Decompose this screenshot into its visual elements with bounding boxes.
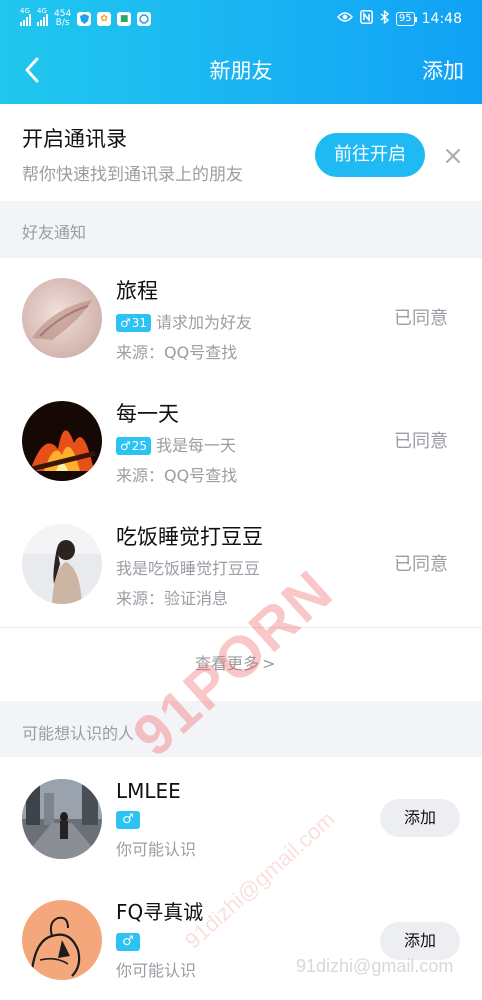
request-status: 已同意: [394, 431, 448, 452]
see-more-row: 查看更多 >: [0, 627, 482, 701]
nfc-icon: [359, 10, 373, 28]
clock: 14:48: [421, 11, 462, 27]
status-bar: 4G 4G 454 B/s ✿ ■ 95 14:48: [0, 0, 482, 38]
friend-name: 吃饭睡觉打豆豆: [116, 525, 263, 549]
request-message: 我是每一天: [156, 436, 237, 455]
enable-contacts-button[interactable]: 前往开启: [315, 133, 425, 177]
status-bar-left: 4G 4G 454 B/s ✿ ■: [20, 6, 152, 32]
request-source: 来源：验证消息: [116, 589, 229, 608]
signal-strength-icon: 4G: [37, 8, 48, 26]
age-value: 25: [131, 439, 148, 453]
signal-strength-icon: 4G: [20, 8, 31, 26]
avatar[interactable]: [22, 900, 102, 980]
signal-label: 4G: [20, 7, 30, 15]
chevron-right-icon: >: [262, 654, 276, 673]
app-header: 4G 4G 454 B/s ✿ ■ 95 14:48 新朋友 添加: [0, 0, 482, 104]
signal-label: 4G: [37, 7, 47, 15]
friend-request-item[interactable]: 旅程 ♂ 31 请求加为好友 来源：QQ号查找 已同意: [0, 258, 482, 381]
friend-request-message-row: ♂ 25 我是每一天: [116, 434, 236, 458]
see-more-label: 查看更多: [195, 654, 260, 673]
gender-age-badge: ♂ 25: [116, 437, 152, 455]
section-header-friend-notifications: 好友通知: [0, 201, 482, 258]
contacts-banner-subtitle: 帮你快速找到通讯录上的朋友: [22, 165, 243, 185]
age-value: 31: [131, 316, 148, 330]
avatar[interactable]: [22, 401, 102, 481]
eye-comfort-icon: [336, 11, 353, 27]
request-source: 来源：QQ号查找: [116, 466, 238, 485]
friend-request-message-row: ♂ 31 请求加为好友: [116, 311, 252, 335]
shield-app-icon: [77, 12, 92, 26]
male-icon: ♂: [120, 316, 131, 330]
avatar[interactable]: [22, 524, 102, 604]
section-header-people-you-may-know: 可能想认识的人: [0, 701, 482, 757]
qq-app-icon: [137, 12, 152, 26]
suggested-person-name: FQ寻真诚: [116, 900, 204, 924]
suggested-person-subtitle: 你可能认识: [116, 840, 197, 859]
page-title: 新朋友: [209, 59, 273, 83]
status-bar-right: 95 14:48: [336, 8, 462, 30]
friend-name: 每一天: [116, 402, 179, 426]
network-speed: 454 B/s: [54, 10, 71, 28]
add-friend-button[interactable]: 添加: [380, 922, 460, 960]
suggested-person-name: LMLEE: [116, 779, 181, 803]
add-friend-button[interactable]: 添加: [380, 799, 460, 837]
friend-name: 旅程: [116, 279, 158, 303]
request-message: 我是吃饭睡觉打豆豆: [116, 559, 261, 578]
battery-icon: 95: [395, 12, 417, 26]
friend-request-message-row: 我是吃饭睡觉打豆豆: [116, 557, 260, 581]
friend-request-item[interactable]: 吃饭睡觉打豆豆 我是吃饭睡觉打豆豆 来源：验证消息 已同意: [0, 504, 482, 627]
male-icon: ♂: [116, 933, 140, 951]
nav-bar: 新朋友 添加: [0, 40, 482, 102]
avatar[interactable]: [22, 779, 102, 859]
request-message: 请求加为好友: [156, 313, 253, 332]
see-more-button[interactable]: 查看更多 >: [195, 652, 275, 676]
request-status: 已同意: [394, 308, 448, 329]
avatar[interactable]: [22, 278, 102, 358]
bluetooth-icon: [380, 9, 389, 28]
network-speed-unit: B/s: [55, 18, 70, 28]
gender-age-badge: ♂ 31: [116, 314, 152, 332]
app-notification-icon: ✿: [97, 12, 112, 26]
request-status: 已同意: [394, 554, 448, 575]
close-icon: [446, 149, 460, 163]
contacts-banner-title: 开启通讯录: [22, 127, 127, 151]
male-icon: ♂: [116, 811, 140, 829]
friend-request-item[interactable]: 每一天 ♂ 25 我是每一天 来源：QQ号查找 已同意: [0, 381, 482, 504]
request-source: 来源：QQ号查找: [116, 343, 238, 362]
app-notification-icon: ■: [117, 12, 132, 26]
add-friend-button[interactable]: 添加: [422, 56, 464, 86]
contacts-banner: 开启通讯录 帮你快速找到通讯录上的朋友 前往开启: [0, 104, 482, 201]
suggested-person-item[interactable]: LMLEE ♂ 你可能认识 添加: [0, 757, 482, 879]
dismiss-banner-button[interactable]: [440, 143, 466, 169]
male-icon: ♂: [120, 439, 131, 453]
suggested-person-subtitle: 你可能认识: [116, 961, 197, 980]
suggested-person-item[interactable]: FQ寻真诚 ♂ 你可能认识 添加: [0, 878, 482, 1000]
